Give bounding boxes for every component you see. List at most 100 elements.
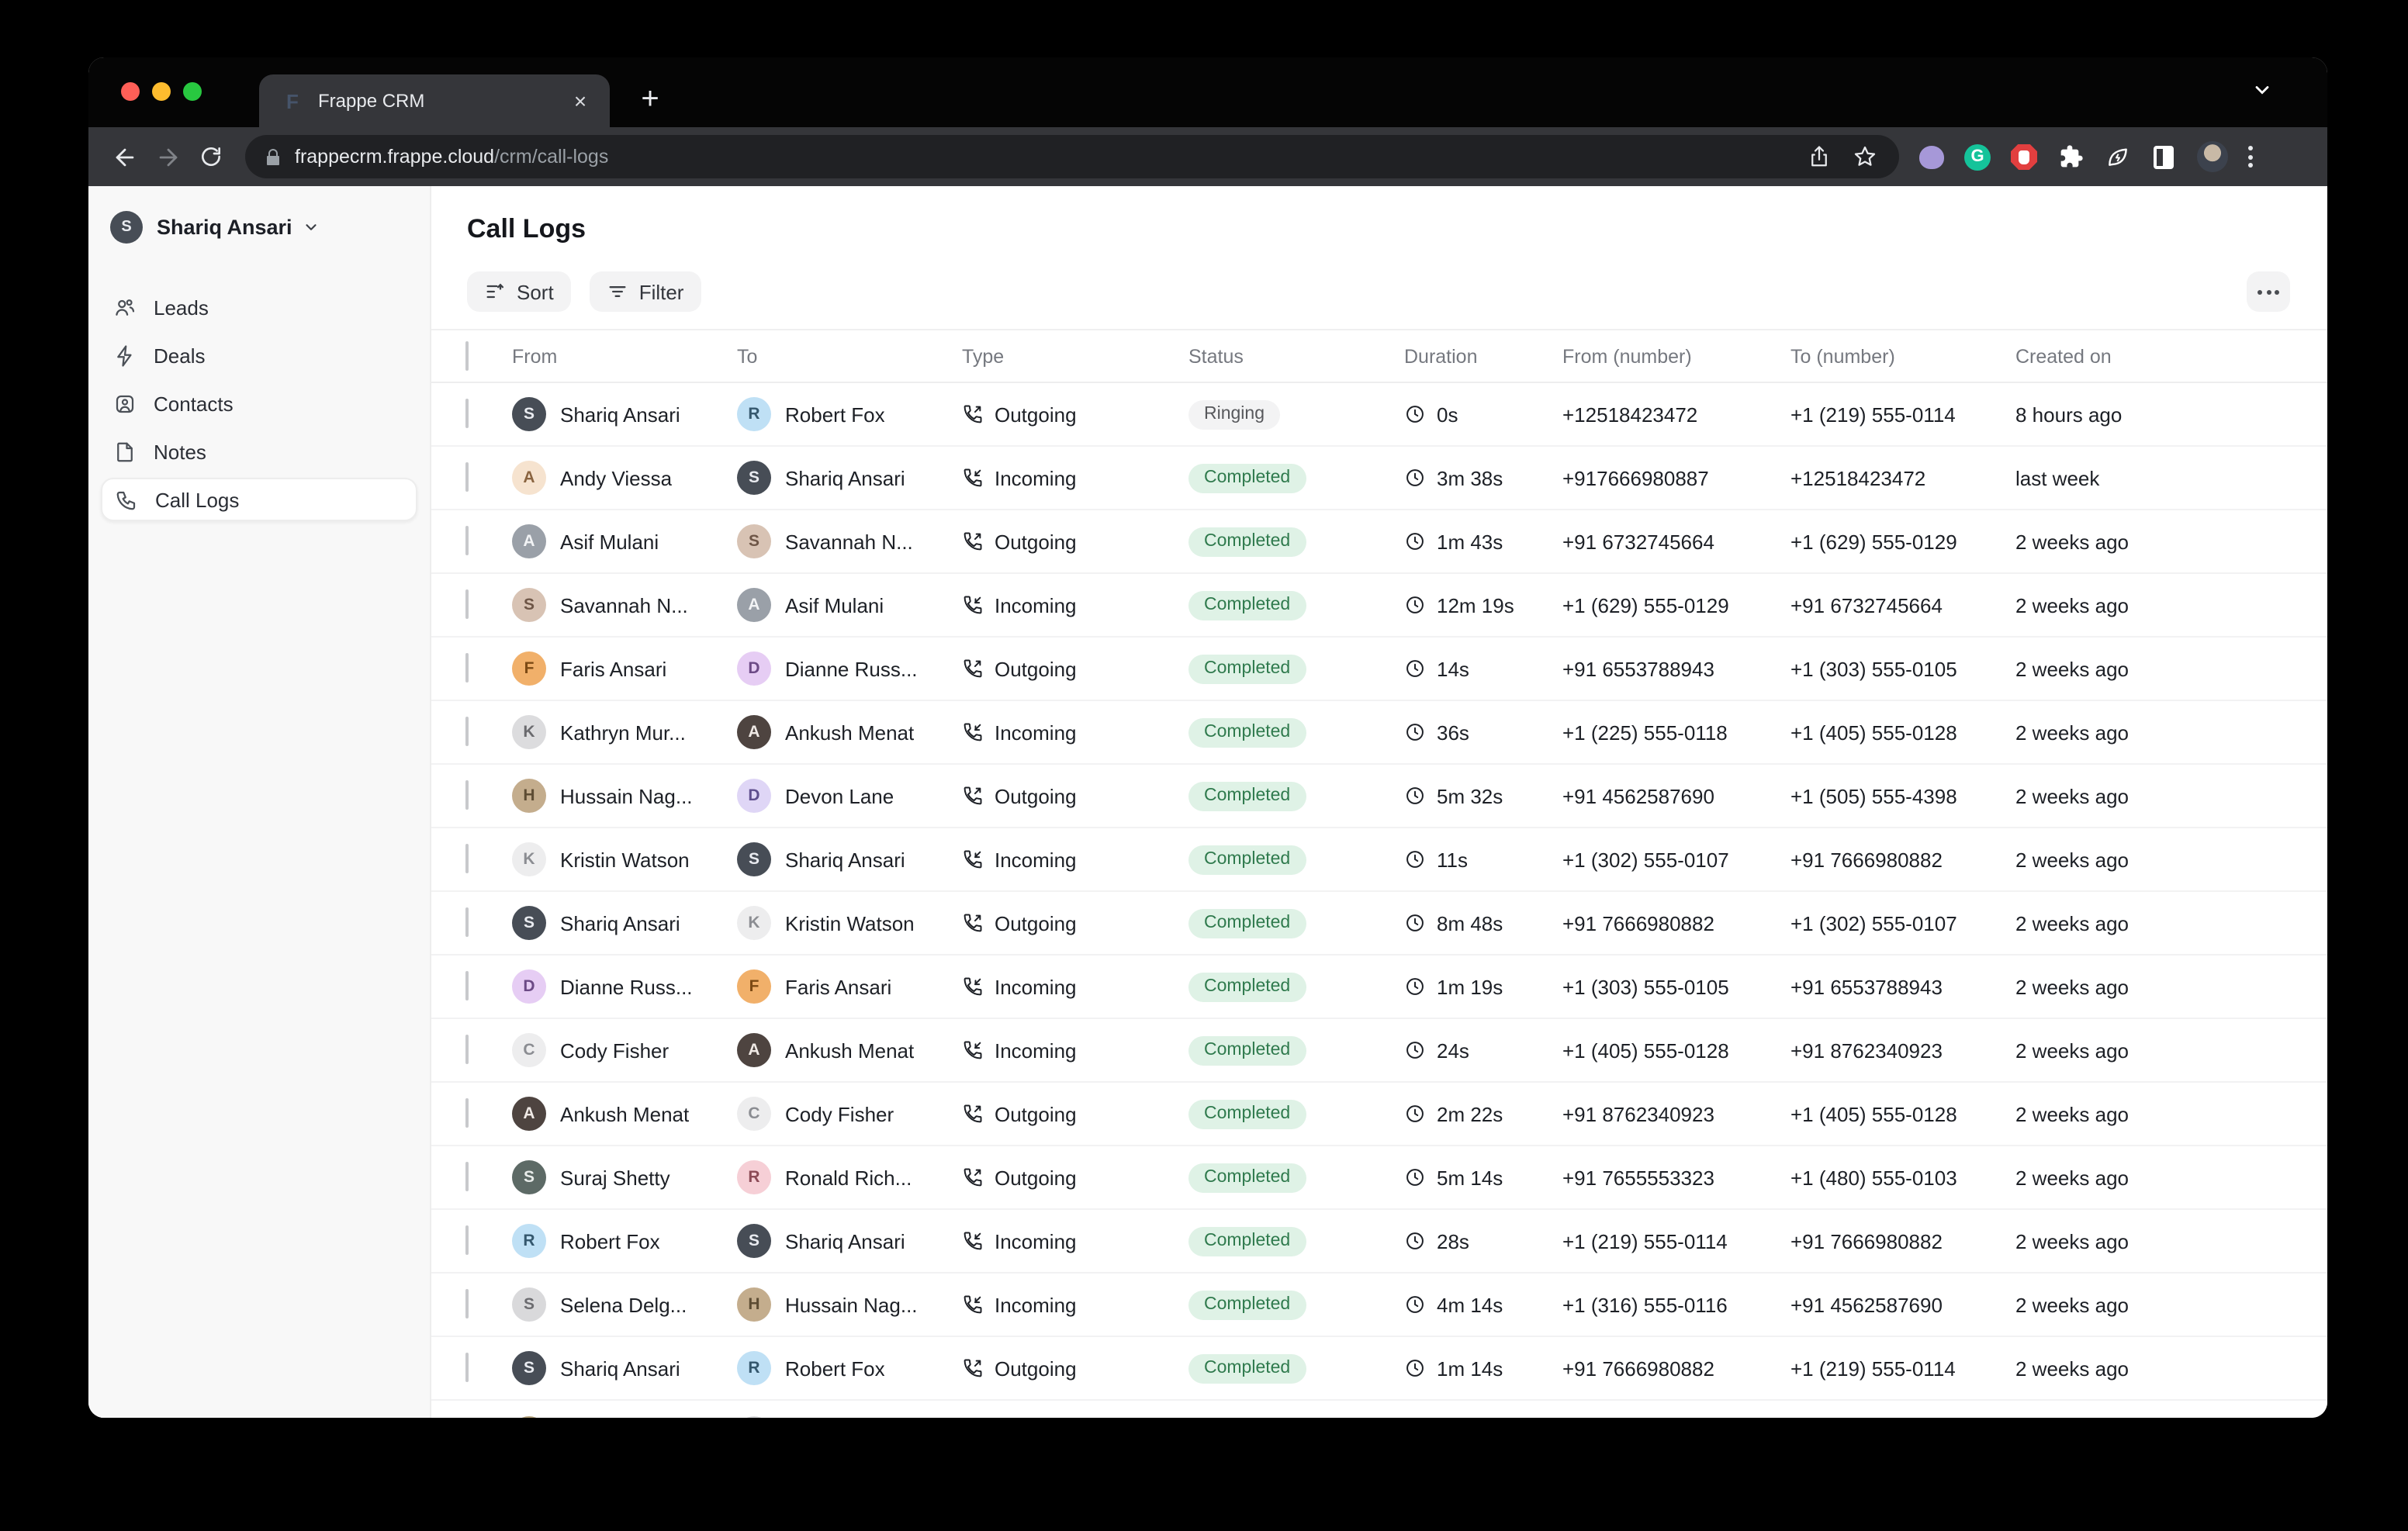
new-tab-button[interactable]: +: [628, 78, 672, 121]
bookmark-star-icon[interactable]: [1853, 144, 1877, 169]
table-row[interactable]: CCody Fisher AAnkush Menat Incoming Comp…: [431, 1019, 2327, 1083]
status-badge: Completed: [1188, 718, 1306, 748]
row-checkbox[interactable]: [465, 971, 469, 1001]
table-row[interactable]: SShariq Ansari RRobert Fox Outgoing Comp…: [431, 1337, 2327, 1401]
browser-profile-avatar[interactable]: [2197, 141, 2228, 172]
table-row[interactable]: AAndy Viessa SShariq Ansari Incoming Com…: [431, 447, 2327, 510]
call-type: Incoming: [995, 848, 1077, 871]
table-row-partial[interactable]: [431, 1401, 2327, 1418]
row-checkbox[interactable]: [465, 780, 469, 810]
github-extension-icon[interactable]: [1918, 143, 1944, 170]
created-on: 2 weeks ago: [2015, 911, 2327, 935]
call-type-icon: [962, 848, 984, 870]
share-icon[interactable]: [1808, 144, 1831, 169]
sort-button[interactable]: Sort: [467, 271, 571, 312]
column-header: To: [737, 345, 962, 367]
address-bar[interactable]: frappecrm.frappe.cloud/crm/call-logs: [245, 135, 1899, 178]
row-checkbox[interactable]: [465, 907, 469, 937]
to-number: +91 4562587690: [1790, 1293, 2015, 1316]
row-checkbox[interactable]: [465, 526, 469, 555]
table-row[interactable]: FFaris Ansari DDianne Russ... Outgoing C…: [431, 638, 2327, 701]
close-window-button[interactable]: [121, 82, 140, 101]
sidebar-item-leads[interactable]: Leads: [101, 285, 417, 329]
sidebar-item-deals[interactable]: Deals: [101, 334, 417, 377]
duration: 0s: [1437, 403, 1458, 426]
tab-search-chevron-icon[interactable]: [2251, 79, 2273, 101]
to-number: +1 (505) 555-4398: [1790, 784, 2015, 807]
call-type: Incoming: [995, 1293, 1077, 1316]
adblock-extension-icon[interactable]: [2011, 143, 2037, 170]
table-row[interactable]: SSavannah N... AAsif Mulani Incoming Com…: [431, 574, 2327, 638]
row-checkbox[interactable]: [465, 1289, 469, 1318]
leaf-extension-icon[interactable]: [2104, 143, 2130, 170]
table-row[interactable]: SShariq Ansari RRobert Fox Outgoing Ring…: [431, 383, 2327, 447]
row-checkbox[interactable]: [465, 399, 469, 428]
table-row[interactable]: AAsif Mulani SSavannah N... Outgoing Com…: [431, 510, 2327, 574]
zoom-window-button[interactable]: [183, 82, 202, 101]
minimize-window-button[interactable]: [152, 82, 171, 101]
reading-list-extension-icon[interactable]: [2150, 143, 2177, 170]
table-header: FromToTypeStatusDurationFrom (number)To …: [431, 330, 2327, 383]
grammarly-extension-icon[interactable]: G: [1964, 143, 1991, 170]
table-row[interactable]: HHussain Nag... DDevon Lane Outgoing Com…: [431, 765, 2327, 828]
call-type-icon: [962, 403, 984, 425]
sidebar-item-call-logs[interactable]: Call Logs: [101, 478, 417, 521]
row-checkbox[interactable]: [465, 1098, 469, 1128]
column-header: Duration: [1404, 345, 1562, 367]
from-number: +91 4562587690: [1562, 784, 1790, 807]
from-number: +91 7655553323: [1562, 1166, 1790, 1189]
from-name: Faris Ansari: [560, 657, 666, 680]
forward-button[interactable]: [146, 135, 189, 178]
lock-icon: [264, 147, 282, 167]
table-row[interactable]: SSelena Delg... HHussain Nag... Incoming…: [431, 1274, 2327, 1337]
to-name: Kristin Watson: [785, 911, 915, 935]
sidebar-item-contacts[interactable]: Contacts: [101, 382, 417, 425]
sort-icon: [484, 281, 506, 302]
table-row[interactable]: RRobert Fox SShariq Ansari Incoming Comp…: [431, 1210, 2327, 1274]
more-options-button[interactable]: [2247, 271, 2290, 312]
browser-menu-icon[interactable]: [2248, 146, 2253, 168]
call-type-icon: [962, 976, 984, 997]
clock-icon: [1404, 848, 1426, 870]
table-row[interactable]: SShariq Ansari KKristin Watson Outgoing …: [431, 892, 2327, 956]
row-checkbox[interactable]: [465, 1162, 469, 1191]
row-checkbox[interactable]: [465, 1225, 469, 1255]
row-checkbox[interactable]: [465, 462, 469, 492]
to-name: Ronald Rich...: [785, 1166, 912, 1189]
select-all-checkbox[interactable]: [465, 340, 469, 370]
table-row[interactable]: SSuraj Shetty RRonald Rich... Outgoing C…: [431, 1146, 2327, 1210]
created-on: 8 hours ago: [2015, 403, 2327, 426]
row-checkbox[interactable]: [465, 1417, 469, 1418]
row-checkbox[interactable]: [465, 589, 469, 619]
column-header: From: [512, 345, 737, 367]
from-number: +1 (629) 555-0129: [1562, 593, 1790, 617]
table-row[interactable]: AAnkush Menat CCody Fisher Outgoing Comp…: [431, 1083, 2327, 1146]
clock-icon: [1404, 1166, 1426, 1188]
row-checkbox[interactable]: [465, 1353, 469, 1382]
row-checkbox[interactable]: [465, 1035, 469, 1064]
reload-button[interactable]: [189, 135, 233, 178]
to-name: Cody Fisher: [785, 1102, 894, 1125]
table-row[interactable]: KKathryn Mur... AAnkush Menat Incoming C…: [431, 701, 2327, 765]
to-number: +1 (405) 555-0128: [1790, 721, 2015, 744]
to-avatar: H: [737, 1287, 771, 1322]
workspace-switcher[interactable]: S Shariq Ansari: [101, 205, 417, 250]
from-avatar: S: [512, 588, 546, 622]
table-row[interactable]: KKristin Watson SShariq Ansari Incoming …: [431, 828, 2327, 892]
table-row[interactable]: DDianne Russ... FFaris Ansari Incoming C…: [431, 956, 2327, 1019]
browser-tab[interactable]: F Frappe CRM ×: [259, 74, 610, 127]
status-badge: Completed: [1188, 1227, 1306, 1256]
row-checkbox[interactable]: [465, 844, 469, 873]
tab-close-icon[interactable]: ×: [566, 87, 594, 115]
workspace-name: Shariq Ansari: [157, 216, 292, 239]
from-avatar: A: [512, 1097, 546, 1131]
row-checkbox[interactable]: [465, 717, 469, 746]
clock-icon: [1404, 467, 1426, 489]
filter-button[interactable]: Filter: [590, 271, 701, 312]
from-avatar: K: [512, 842, 546, 876]
back-button[interactable]: [102, 135, 146, 178]
puzzle-extension-icon[interactable]: [2057, 143, 2084, 170]
call-type-icon: [962, 912, 984, 934]
row-checkbox[interactable]: [465, 653, 469, 683]
sidebar-item-notes[interactable]: Notes: [101, 430, 417, 473]
